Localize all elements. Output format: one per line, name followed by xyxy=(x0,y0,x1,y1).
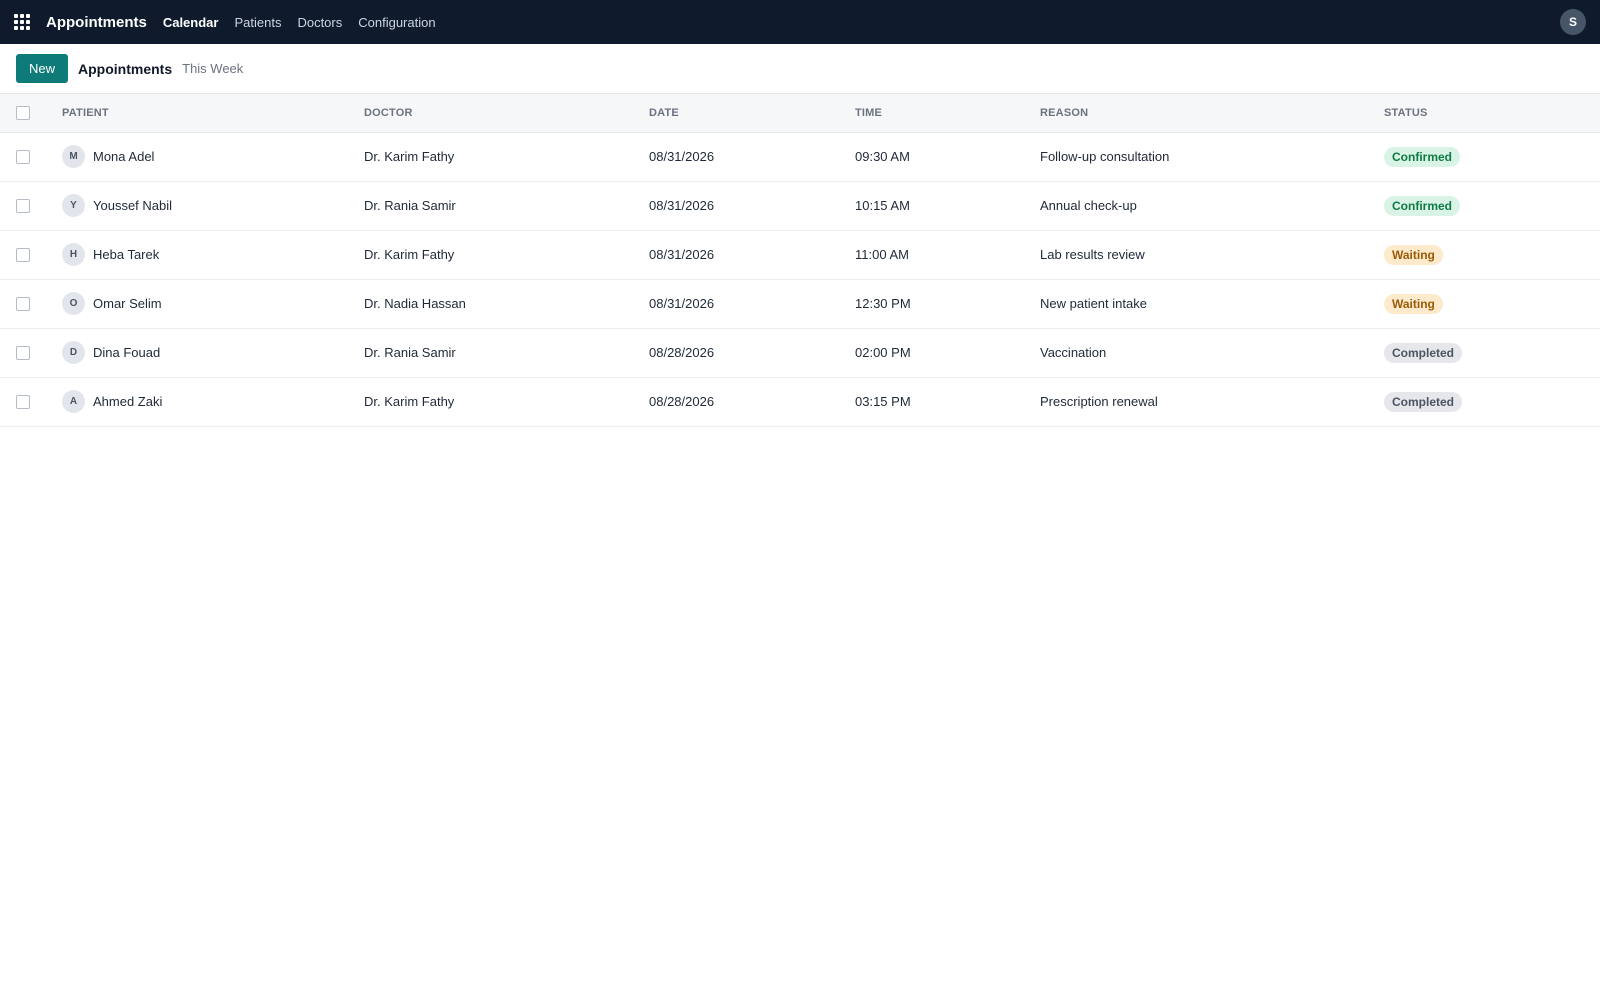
patient-name: Ahmed Zaki xyxy=(93,394,163,409)
patient-cell: Y Youssef Nabil xyxy=(62,181,364,230)
app-title[interactable]: Appointments xyxy=(46,14,147,31)
row-checkbox[interactable] xyxy=(16,395,30,410)
doctor-name: Dr. Nadia Hassan xyxy=(364,296,466,311)
row-check-cell xyxy=(0,132,62,181)
header-reason[interactable]: REASON xyxy=(1040,94,1384,132)
row-check-cell xyxy=(0,230,62,279)
appointment-reason: Lab results review xyxy=(1040,247,1145,262)
appointment-date: 08/31/2026 xyxy=(649,296,715,311)
patient-cell: M Mona Adel xyxy=(62,132,364,181)
patient-avatar: H xyxy=(62,243,85,266)
status-cell: Confirmed xyxy=(1384,181,1600,230)
nav-configuration[interactable]: Configuration xyxy=(358,15,435,30)
table-row[interactable]: D Dina Fouad Dr. Rania Samir 08/28/2026 0… xyxy=(0,328,1600,377)
header-date[interactable]: DATE xyxy=(649,94,855,132)
row-check-cell xyxy=(0,377,62,426)
status-cell: Waiting xyxy=(1384,279,1600,328)
control-panel: New Appointments This Week xyxy=(0,44,1600,94)
patient-cell: D Dina Fouad xyxy=(62,328,364,377)
doctor-name: Dr. Rania Samir xyxy=(364,345,456,360)
nav-calendar[interactable]: Calendar xyxy=(163,15,219,30)
doctor-name: Dr. Karim Fathy xyxy=(364,247,455,262)
patient-avatar: M xyxy=(62,145,85,168)
appointment-reason: Follow-up consultation xyxy=(1040,149,1170,164)
appointment-time: 03:15 PM xyxy=(855,394,911,409)
table-row[interactable]: H Heba Tarek Dr. Karim Fathy 08/31/2026 1… xyxy=(0,230,1600,279)
patient-cell: A Ahmed Zaki xyxy=(62,377,364,426)
appointment-time: 10:15 AM xyxy=(855,198,910,213)
patient-cell: O Omar Selim xyxy=(62,279,364,328)
row-checkbox[interactable] xyxy=(16,346,30,361)
table-row[interactable]: A Ahmed Zaki Dr. Karim Fathy 08/28/2026 0… xyxy=(0,377,1600,426)
apps-grid-icon[interactable] xyxy=(14,14,30,30)
status-badge: Completed xyxy=(1384,342,1463,363)
patient-avatar: Y xyxy=(62,194,85,217)
doctor-name: Dr. Karim Fathy xyxy=(364,149,455,164)
doctor-name: Dr. Karim Fathy xyxy=(364,394,455,409)
status-cell: Completed xyxy=(1384,377,1600,426)
appointment-reason: Vaccination xyxy=(1040,345,1107,360)
header-time[interactable]: TIME xyxy=(855,94,1040,132)
new-button[interactable]: New xyxy=(16,54,69,83)
appointment-time: 11:00 AM xyxy=(855,247,909,262)
status-cell: Waiting xyxy=(1384,230,1600,279)
top-navbar: Appointments Calendar Patients Doctors C… xyxy=(0,0,1600,44)
row-checkbox[interactable] xyxy=(16,297,30,312)
table-row[interactable]: O Omar Selim Dr. Nadia Hassan 08/31/2026 … xyxy=(0,279,1600,328)
select-all-checkbox[interactable] xyxy=(16,105,30,120)
appointment-date: 08/31/2026 xyxy=(649,198,715,213)
row-check-cell xyxy=(0,181,62,230)
patient-name: Heba Tarek xyxy=(93,247,160,262)
row-checkbox[interactable] xyxy=(16,150,30,165)
patient-avatar: D xyxy=(62,341,85,364)
patient-cell: H Heba Tarek xyxy=(62,230,364,279)
patient-name: Youssef Nabil xyxy=(93,198,173,213)
row-checkbox[interactable] xyxy=(16,199,30,214)
appointments-table: PATIENT DOCTOR DATE TIME REASON STATUS M… xyxy=(0,94,1600,427)
header-patient[interactable]: PATIENT xyxy=(62,94,364,132)
appointment-time: 12:30 PM xyxy=(855,296,911,311)
appointment-reason: New patient intake xyxy=(1040,296,1147,311)
status-badge: Confirmed xyxy=(1384,195,1460,216)
appointment-time: 09:30 AM xyxy=(855,149,910,164)
status-cell: Confirmed xyxy=(1384,132,1600,181)
patient-avatar: O xyxy=(62,292,85,315)
nav-doctors[interactable]: Doctors xyxy=(297,15,342,30)
header-status[interactable]: STATUS xyxy=(1384,94,1600,132)
status-badge: Waiting xyxy=(1384,293,1443,314)
table-row[interactable]: M Mona Adel Dr. Karim Fathy 08/31/2026 09… xyxy=(0,132,1600,181)
appointment-reason: Annual check-up xyxy=(1040,198,1137,213)
patient-name: Omar Selim xyxy=(93,296,162,311)
row-checkbox[interactable] xyxy=(16,248,30,263)
nav-patients[interactable]: Patients xyxy=(234,15,281,30)
patient-name: Mona Adel xyxy=(93,149,155,164)
appointment-time: 02:00 PM xyxy=(855,345,911,360)
breadcrumb: Appointments xyxy=(78,60,173,77)
appointment-date: 08/28/2026 xyxy=(649,394,715,409)
filter-label: This Week xyxy=(182,61,244,76)
status-badge: Completed xyxy=(1384,391,1463,412)
table-header-row: PATIENT DOCTOR DATE TIME REASON STATUS xyxy=(0,94,1600,132)
appointment-date: 08/28/2026 xyxy=(649,345,715,360)
status-badge: Confirmed xyxy=(1384,146,1460,167)
appointment-date: 08/31/2026 xyxy=(649,149,715,164)
table-row[interactable]: Y Youssef Nabil Dr. Rania Samir 08/31/202… xyxy=(0,181,1600,230)
appointment-reason: Prescription renewal xyxy=(1040,394,1158,409)
user-avatar[interactable]: S xyxy=(1560,9,1586,35)
select-all-cell xyxy=(0,94,62,132)
row-check-cell xyxy=(0,279,62,328)
appointment-date: 08/31/2026 xyxy=(649,247,715,262)
header-doctor[interactable]: DOCTOR xyxy=(364,94,649,132)
patient-avatar: A xyxy=(62,390,85,413)
status-badge: Waiting xyxy=(1384,244,1443,265)
doctor-name: Dr. Rania Samir xyxy=(364,198,456,213)
row-check-cell xyxy=(0,328,62,377)
patient-name: Dina Fouad xyxy=(93,345,161,360)
status-cell: Completed xyxy=(1384,328,1600,377)
table-body: M Mona Adel Dr. Karim Fathy 08/31/2026 09… xyxy=(0,132,1600,426)
